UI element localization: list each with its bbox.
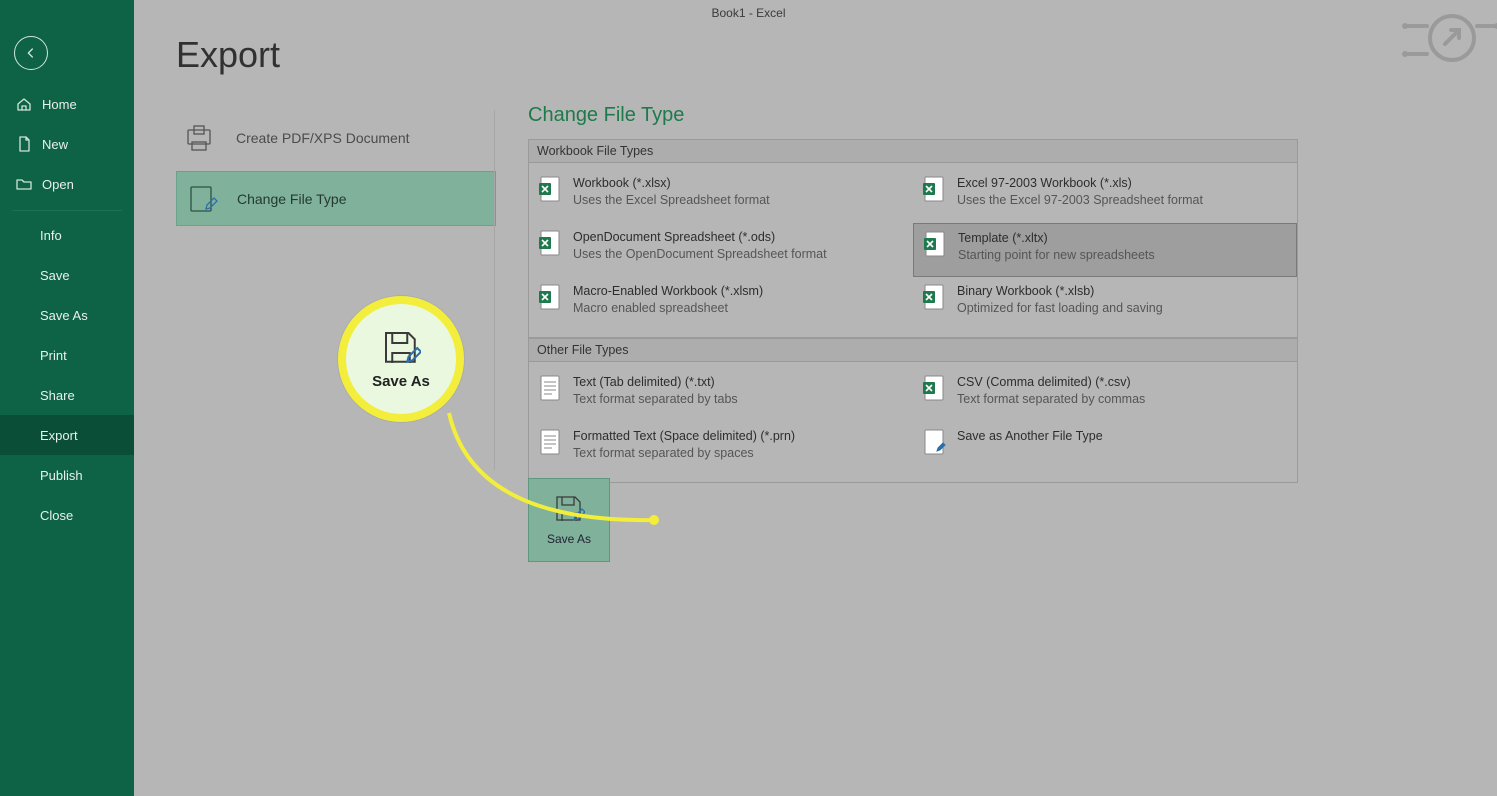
annotation-highlight: Save As	[338, 296, 464, 422]
export-option-label: Change File Type	[237, 191, 346, 207]
export-option-change-file-type[interactable]: Change File Type	[176, 171, 496, 226]
file-type-option[interactable]: OpenDocument Spreadsheet (*.ods)Uses the…	[529, 223, 913, 277]
sidebar-item-label: Export	[40, 428, 78, 443]
backstage-sidebar: Home New Open Info Save Save As Print Share Exp…	[0, 0, 134, 796]
file-type-title: Binary Workbook (*.xlsb)	[957, 283, 1163, 300]
file-type-icon	[537, 175, 563, 203]
file-type-icon	[921, 283, 947, 311]
file-type-icon	[921, 374, 947, 402]
sidebar-item-info[interactable]: Info	[0, 215, 134, 255]
printer-icon	[186, 124, 218, 152]
save-as-icon	[381, 329, 421, 367]
sidebar-item-publish[interactable]: Publish	[0, 455, 134, 495]
save-as-icon	[553, 494, 585, 524]
change-file-type-panel: Change File Type Workbook File Types Wor…	[528, 104, 1298, 483]
sidebar-item-label: Publish	[40, 468, 83, 483]
file-type-option[interactable]: Template (*.xltx)Starting point for new …	[913, 223, 1297, 277]
file-type-icon	[537, 428, 563, 456]
page-title: Export	[176, 34, 280, 76]
sidebar-item-new[interactable]: New	[0, 124, 134, 164]
file-type-option[interactable]: Excel 97-2003 Workbook (*.xls)Uses the E…	[913, 169, 1297, 223]
file-type-desc: Uses the Excel 97-2003 Spreadsheet forma…	[957, 193, 1203, 207]
file-type-desc: Uses the Excel Spreadsheet format	[573, 193, 770, 207]
section-title: Change File Type	[528, 104, 1298, 127]
sidebar-item-label: Home	[42, 97, 77, 112]
sidebar-item-label: Save As	[40, 308, 88, 323]
save-as-button-label: Save As	[547, 532, 591, 546]
file-type-icon	[537, 229, 563, 257]
file-type-desc: Text format separated by spaces	[573, 446, 754, 460]
file-type-icon	[921, 428, 947, 456]
file-type-title: OpenDocument Spreadsheet (*.ods)	[573, 229, 827, 246]
home-icon	[16, 96, 32, 112]
sidebar-item-close[interactable]: Close	[0, 495, 134, 535]
file-type-title: CSV (Comma delimited) (*.csv)	[957, 374, 1145, 391]
file-type-title: Text (Tab delimited) (*.txt)	[573, 374, 738, 391]
sidebar-divider	[12, 210, 122, 211]
sidebar-item-label: Print	[40, 348, 67, 363]
file-type-option[interactable]: Macro-Enabled Workbook (*.xlsm)Macro ena…	[529, 277, 913, 331]
file-type-option[interactable]: Formatted Text (Space delimited) (*.prn)…	[529, 422, 913, 476]
file-type-option[interactable]: Text (Tab delimited) (*.txt)Text format …	[529, 368, 913, 422]
sidebar-item-home[interactable]: Home	[0, 84, 134, 124]
file-type-option[interactable]: Save as Another File Type	[913, 422, 1297, 476]
sidebar-item-open[interactable]: Open	[0, 164, 134, 204]
file-type-option[interactable]: Workbook (*.xlsx)Uses the Excel Spreadsh…	[529, 169, 913, 223]
file-type-option[interactable]: Binary Workbook (*.xlsb)Optimized for fa…	[913, 277, 1297, 331]
file-type-title: Save as Another File Type	[957, 428, 1103, 445]
sidebar-item-label: Close	[40, 508, 73, 523]
folder-icon	[16, 176, 32, 192]
content-area: Export Create PDF/XPS Document Change Fil…	[134, 0, 1497, 796]
file-type-desc: Macro enabled spreadsheet	[573, 301, 728, 315]
file-type-title: Template (*.xltx)	[958, 230, 1155, 247]
file-type-desc: Optimized for fast loading and saving	[957, 301, 1163, 315]
file-edit-icon	[187, 185, 219, 213]
file-type-title: Excel 97-2003 Workbook (*.xls)	[957, 175, 1203, 192]
sidebar-item-print[interactable]: Print	[0, 335, 134, 375]
file-type-title: Workbook (*.xlsx)	[573, 175, 770, 192]
export-option-pdf-xps[interactable]: Create PDF/XPS Document	[176, 110, 496, 165]
file-type-icon	[537, 283, 563, 311]
sidebar-item-label: New	[42, 137, 68, 152]
back-button[interactable]	[14, 36, 48, 70]
file-type-desc: Text format separated by commas	[957, 392, 1145, 406]
save-as-button[interactable]: Save As	[528, 478, 610, 562]
sidebar-item-label: Save	[40, 268, 70, 283]
sidebar-item-label: Open	[42, 177, 74, 192]
other-file-types-grid: Text (Tab delimited) (*.txt)Text format …	[528, 362, 1298, 483]
file-type-icon	[922, 230, 948, 258]
sidebar-item-export[interactable]: Export	[0, 415, 134, 455]
back-arrow-icon	[23, 45, 39, 61]
export-options-list: Create PDF/XPS Document Change File Type	[176, 110, 496, 232]
document-icon	[16, 136, 32, 152]
file-type-icon	[921, 175, 947, 203]
file-type-icon	[537, 374, 563, 402]
file-type-desc: Text format separated by tabs	[573, 392, 738, 406]
workbook-file-types-grid: Workbook (*.xlsx)Uses the Excel Spreadsh…	[528, 163, 1298, 338]
sidebar-item-save[interactable]: Save	[0, 255, 134, 295]
sidebar-item-save-as[interactable]: Save As	[0, 295, 134, 335]
file-type-desc: Uses the OpenDocument Spreadsheet format	[573, 247, 827, 261]
sidebar-item-share[interactable]: Share	[0, 375, 134, 415]
sidebar-item-label: Share	[40, 388, 75, 403]
file-type-option[interactable]: CSV (Comma delimited) (*.csv)Text format…	[913, 368, 1297, 422]
export-option-label: Create PDF/XPS Document	[236, 130, 410, 146]
group-header-workbook: Workbook File Types	[528, 139, 1298, 163]
file-type-title: Formatted Text (Space delimited) (*.prn)	[573, 428, 795, 445]
vertical-divider	[494, 110, 495, 470]
sidebar-item-label: Info	[40, 228, 62, 243]
annotation-label: Save As	[372, 373, 430, 390]
file-type-desc: Starting point for new spreadsheets	[958, 248, 1155, 262]
group-header-other: Other File Types	[528, 338, 1298, 362]
file-type-title: Macro-Enabled Workbook (*.xlsm)	[573, 283, 763, 300]
